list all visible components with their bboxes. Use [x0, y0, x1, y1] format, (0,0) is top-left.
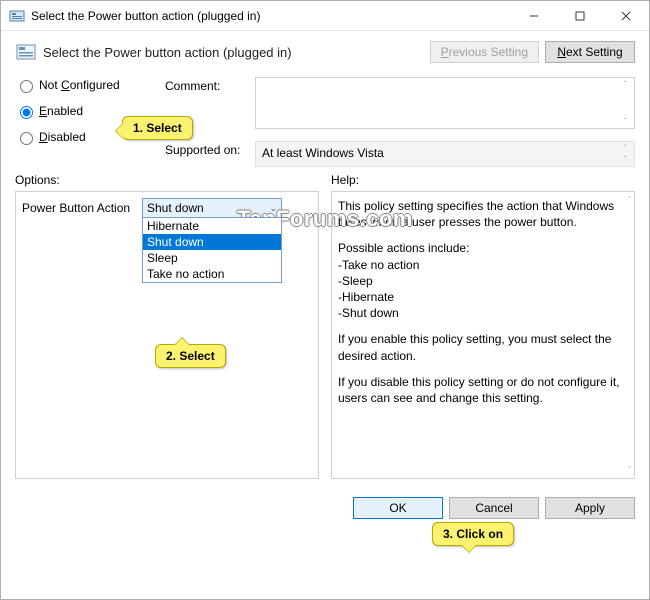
page-icon — [15, 41, 37, 63]
options-heading: Options: — [15, 173, 319, 187]
chevron-down-icon[interactable]: ˇ — [628, 465, 631, 475]
help-paragraph: If you disable this policy setting or do… — [338, 374, 628, 406]
apply-button[interactable]: Apply — [545, 497, 635, 519]
callout-select-1: 1. Select — [122, 116, 193, 140]
dropdown-value: Shut down — [147, 201, 204, 215]
dialog-footer: OK Cancel Apply — [1, 489, 649, 527]
supported-label: Supported on: — [165, 141, 255, 167]
ok-button[interactable]: OK — [353, 497, 443, 519]
radio-not-configured[interactable]: Not Configured — [15, 77, 165, 93]
callout-select-2: 2. Select — [155, 344, 226, 368]
app-icon — [9, 8, 25, 24]
chevron-up-icon[interactable]: ˆ — [618, 80, 632, 89]
previous-setting-button: Previous Setting — [430, 41, 539, 63]
close-button[interactable] — [603, 1, 649, 30]
chevron-down-icon[interactable]: ˇ — [618, 117, 632, 126]
dropdown-list: HibernateShut downSleepTake no action — [142, 217, 282, 283]
chevron-down-icon: ⌄ — [269, 203, 277, 214]
maximize-button[interactable] — [557, 1, 603, 30]
page-title: Select the Power button action (plugged … — [43, 45, 292, 60]
power-button-action-label: Power Button Action — [22, 201, 142, 215]
window-titlebar: Select the Power button action (plugged … — [1, 1, 649, 31]
help-paragraph: If you enable this policy setting, you m… — [338, 331, 628, 363]
chevron-up-icon[interactable]: ˆ — [628, 195, 631, 205]
dropdown-item[interactable]: Shut down — [143, 234, 281, 250]
help-paragraph: Possible actions include:-Take no action… — [338, 240, 628, 321]
dropdown-item[interactable]: Sleep — [143, 250, 281, 266]
comment-textarea[interactable]: ˆˇ — [255, 77, 635, 129]
next-setting-button[interactable]: Next Setting — [545, 41, 635, 63]
chevron-down-icon: ˇ — [618, 155, 632, 164]
power-button-action-dropdown[interactable]: Shut down ⌄ HibernateShut downSleepTake … — [142, 198, 282, 218]
callout-click-on: 3. Click on — [432, 522, 514, 546]
options-panel: Power Button Action Shut down ⌄ Hibernat… — [15, 191, 319, 479]
help-paragraph: This policy setting specifies the action… — [338, 198, 628, 230]
help-panel: ˆ This policy setting specifies the acti… — [331, 191, 635, 479]
dropdown-item[interactable]: Take no action — [143, 266, 281, 282]
minimize-button[interactable] — [511, 1, 557, 30]
cancel-button[interactable]: Cancel — [449, 497, 539, 519]
help-heading: Help: — [331, 173, 635, 187]
window-controls — [511, 1, 649, 30]
help-text: This policy setting specifies the action… — [338, 198, 628, 406]
supported-on-box: At least Windows Vista ˆˇ — [255, 141, 635, 167]
supported-on-text: At least Windows Vista — [262, 146, 384, 160]
chevron-up-icon: ˆ — [618, 144, 632, 153]
dropdown-item[interactable]: Hibernate — [143, 218, 281, 234]
window-title: Select the Power button action (plugged … — [31, 9, 511, 23]
